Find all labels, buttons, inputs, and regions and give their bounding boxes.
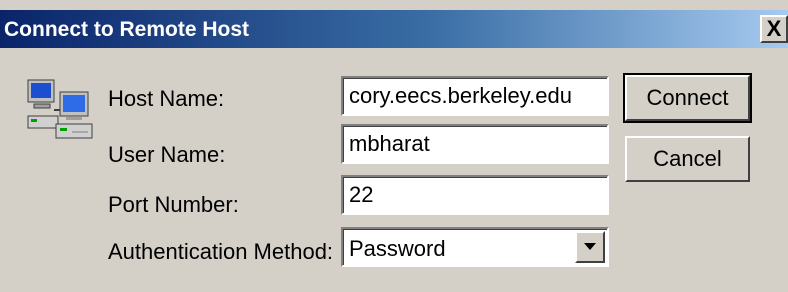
user-name-label: User Name: (108, 142, 226, 167)
auth-method-label: Authentication Method: (108, 239, 334, 264)
close-icon: X (766, 16, 782, 41)
close-button[interactable]: X (760, 15, 788, 43)
port-number-input[interactable] (341, 175, 609, 215)
auth-method-dropdown-button[interactable] (575, 231, 605, 263)
connect-dialog: Connect to Remote Host X Host Name: User… (0, 0, 788, 292)
user-name-input[interactable] (341, 124, 609, 164)
port-number-label: Port Number: (108, 192, 239, 217)
host-name-label: Host Name: (108, 86, 225, 111)
connect-button[interactable]: Connect (623, 73, 752, 123)
chevron-down-icon (584, 243, 596, 250)
network-computers-icon (27, 79, 93, 139)
cancel-button[interactable]: Cancel (625, 136, 750, 182)
auth-method-select[interactable]: Password (341, 227, 609, 267)
dialog-title: Connect to Remote Host (4, 18, 250, 41)
host-name-input[interactable] (341, 76, 609, 116)
title-bar[interactable]: Connect to Remote Host X (0, 10, 788, 48)
auth-method-value: Password (349, 236, 446, 261)
